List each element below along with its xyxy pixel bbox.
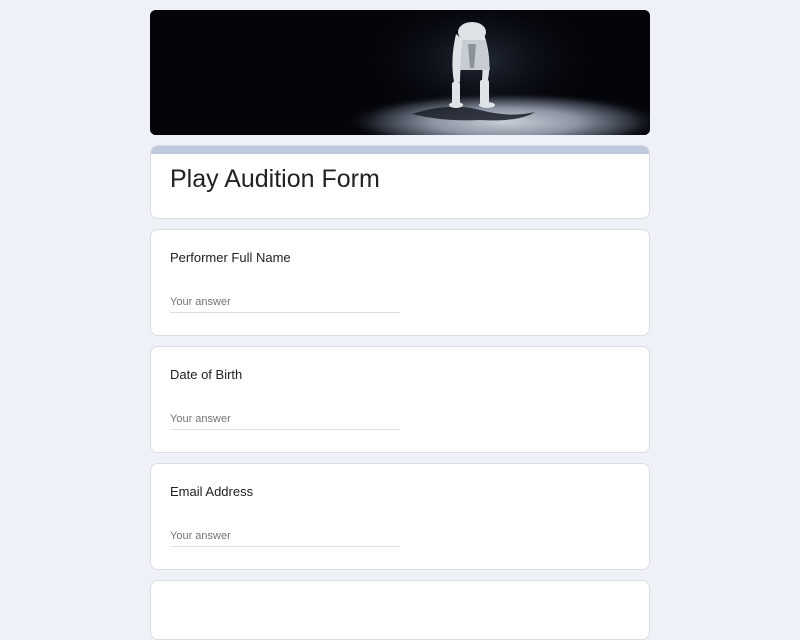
performer-spotlight-image (150, 10, 650, 135)
full-name-input[interactable] (170, 292, 400, 313)
question-label: Performer Full Name (170, 250, 291, 265)
header-banner-image (150, 10, 650, 135)
email-input[interactable] (170, 526, 400, 547)
question-card-date-of-birth: Date of Birth (150, 346, 650, 453)
form-title-card: Play Audition Form (150, 145, 650, 219)
question-card-partial (150, 580, 650, 640)
form-title: Play Audition Form (170, 165, 380, 193)
question-card-email: Email Address (150, 463, 650, 570)
question-label: Email Address (170, 484, 254, 499)
question-card-full-name: Performer Full Name (150, 229, 650, 336)
form-container: Play Audition Form Performer Full Name D… (150, 10, 650, 640)
date-of-birth-input[interactable] (170, 409, 400, 430)
title-accent-bar (151, 146, 649, 154)
question-label: Date of Birth (170, 367, 243, 382)
